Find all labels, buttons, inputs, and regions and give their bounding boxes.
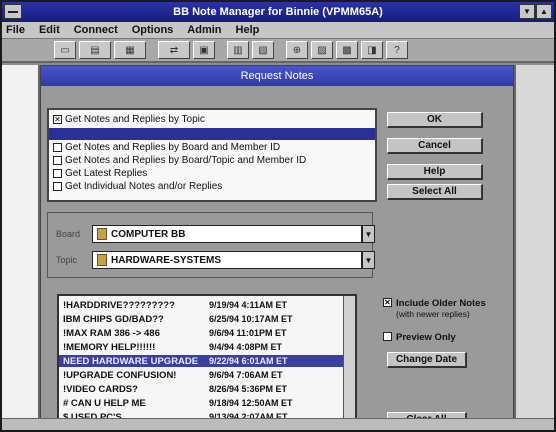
topic-value: HARDWARE-SYSTEMS bbox=[111, 254, 222, 266]
checkbox-icon[interactable] bbox=[53, 169, 62, 178]
menu-connect[interactable]: Connect bbox=[74, 24, 118, 36]
menu-bar: File Edit Connect Options Admin Help bbox=[2, 22, 554, 39]
window-controls: ▼ ▲ bbox=[519, 4, 552, 19]
list-item[interactable]: !VIDEO CARDS? 8/26/94 5:36PM ET bbox=[63, 383, 353, 395]
save-icon[interactable]: ▤ bbox=[79, 41, 111, 59]
help-icon[interactable]: ? bbox=[386, 41, 408, 59]
dialog-title: Request Notes bbox=[41, 66, 513, 86]
open-icon[interactable]: ▭ bbox=[54, 41, 76, 59]
selection-group: Board COMPUTER BB ▼ Topic HARDWARE-SYSTE… bbox=[47, 212, 375, 278]
board-value: COMPUTER BB bbox=[111, 228, 186, 240]
menu-admin[interactable]: Admin bbox=[187, 24, 221, 36]
chevron-down-icon[interactable]: ▼ bbox=[362, 251, 375, 269]
member-icon[interactable]: ◨ bbox=[361, 41, 383, 59]
notes-list[interactable]: !HARDDRIVE????????? 9/19/94 4:11AM ET IB… bbox=[57, 294, 357, 426]
list-item[interactable]: !HARDDRIVE????????? 9/19/94 4:11AM ET bbox=[63, 299, 353, 311]
request-notes-dialog: Request Notes ✕ Get Notes and Replies by… bbox=[40, 65, 514, 430]
connect-icon[interactable]: ⇄ bbox=[158, 41, 190, 59]
title-bar: BB Note Manager for Binnie (VPMM65A) ▼ ▲ bbox=[2, 2, 554, 22]
topic-label: Topic bbox=[56, 255, 78, 265]
board-combo[interactable]: COMPUTER BB ▼ bbox=[92, 225, 375, 243]
folder-icon bbox=[97, 228, 107, 240]
request-options-list: ✕ Get Notes and Replies by Topic Get Not… bbox=[47, 108, 377, 202]
change-date-button[interactable]: Change Date bbox=[387, 352, 467, 368]
list-item[interactable]: # CAN U HELP ME 9/18/94 12:50AM ET bbox=[63, 397, 353, 409]
menu-help[interactable]: Help bbox=[236, 24, 260, 36]
checkbox-icon[interactable] bbox=[53, 182, 62, 191]
board-label: Board bbox=[56, 229, 81, 239]
topic-combo[interactable]: HARDWARE-SYSTEMS ▼ bbox=[92, 251, 375, 269]
notes-icon[interactable]: ▣ bbox=[193, 41, 215, 59]
option-individual-notes[interactable]: Get Individual Notes and/or Replies bbox=[53, 181, 222, 192]
option-highlight-bar bbox=[49, 128, 375, 140]
print-icon[interactable]: ▦ bbox=[114, 41, 146, 59]
list-item[interactable]: !MEMORY HELP!!!!!! 9/4/94 4:08PM ET bbox=[63, 341, 353, 353]
cancel-button[interactable]: Cancel bbox=[387, 138, 483, 154]
window-title: BB Note Manager for Binnie (VPMM65A) bbox=[173, 6, 383, 18]
menu-file[interactable]: File bbox=[6, 24, 25, 36]
topic-icon[interactable]: ▩ bbox=[336, 41, 358, 59]
status-bar bbox=[2, 418, 554, 430]
preview-only-checkbox[interactable]: Preview Only bbox=[383, 332, 456, 343]
chevron-down-icon[interactable]: ▼ bbox=[362, 225, 375, 243]
checkbox-icon[interactable] bbox=[53, 143, 62, 152]
maximize-icon[interactable]: ▲ bbox=[536, 4, 552, 19]
board-icon[interactable]: ▨ bbox=[311, 41, 333, 59]
list-item-selected[interactable]: NEED HARDWARE UPGRADE 9/22/94 6:01AM ET bbox=[59, 355, 355, 367]
system-menu-icon[interactable] bbox=[4, 4, 22, 19]
checkbox-checked-icon[interactable]: ✕ bbox=[53, 115, 62, 124]
background-document-left bbox=[2, 65, 40, 430]
help-button[interactable]: Help bbox=[387, 164, 483, 180]
include-older-checkbox[interactable]: ✕ Include Older Notes (with newer replie… bbox=[383, 298, 486, 319]
folder-icon bbox=[97, 254, 107, 266]
option-by-board-member[interactable]: Get Notes and Replies by Board and Membe… bbox=[53, 142, 280, 153]
checkbox-checked-icon[interactable]: ✕ bbox=[383, 298, 392, 307]
checkbox-icon[interactable] bbox=[53, 156, 62, 165]
post-icon[interactable]: ▧ bbox=[252, 41, 274, 59]
menu-edit[interactable]: Edit bbox=[39, 24, 60, 36]
list-item[interactable]: !UPGRADE CONFUSION! 9/6/94 7:06AM ET bbox=[63, 369, 353, 381]
minimize-icon[interactable]: ▼ bbox=[519, 4, 535, 19]
list-item[interactable]: IBM CHIPS GD/BAD?? 6/25/94 10:17AM ET bbox=[63, 313, 353, 325]
list-item[interactable]: !MAX RAM 386 -> 486 9/6/94 11:01PM ET bbox=[63, 327, 353, 339]
select-all-button[interactable]: Select All bbox=[387, 184, 483, 200]
background-document-right bbox=[514, 65, 554, 430]
option-by-topic[interactable]: ✕ Get Notes and Replies by Topic bbox=[53, 114, 205, 125]
ok-button[interactable]: OK bbox=[387, 112, 483, 128]
toolbar: ▭ ▤ ▦ ⇄ ▣ ▥ ▧ ⊕ ▨ ▩ ◨ ? bbox=[2, 39, 554, 63]
checkbox-icon[interactable] bbox=[383, 332, 392, 341]
reply-icon[interactable]: ▥ bbox=[227, 41, 249, 59]
option-by-board-topic-member[interactable]: Get Notes and Replies by Board/Topic and… bbox=[53, 155, 306, 166]
option-latest-replies[interactable]: Get Latest Replies bbox=[53, 168, 147, 179]
app-window: BB Note Manager for Binnie (VPMM65A) ▼ ▲… bbox=[0, 0, 556, 432]
notes-scrollbar[interactable] bbox=[343, 296, 355, 424]
menu-options[interactable]: Options bbox=[132, 24, 174, 36]
find-icon[interactable]: ⊕ bbox=[286, 41, 308, 59]
